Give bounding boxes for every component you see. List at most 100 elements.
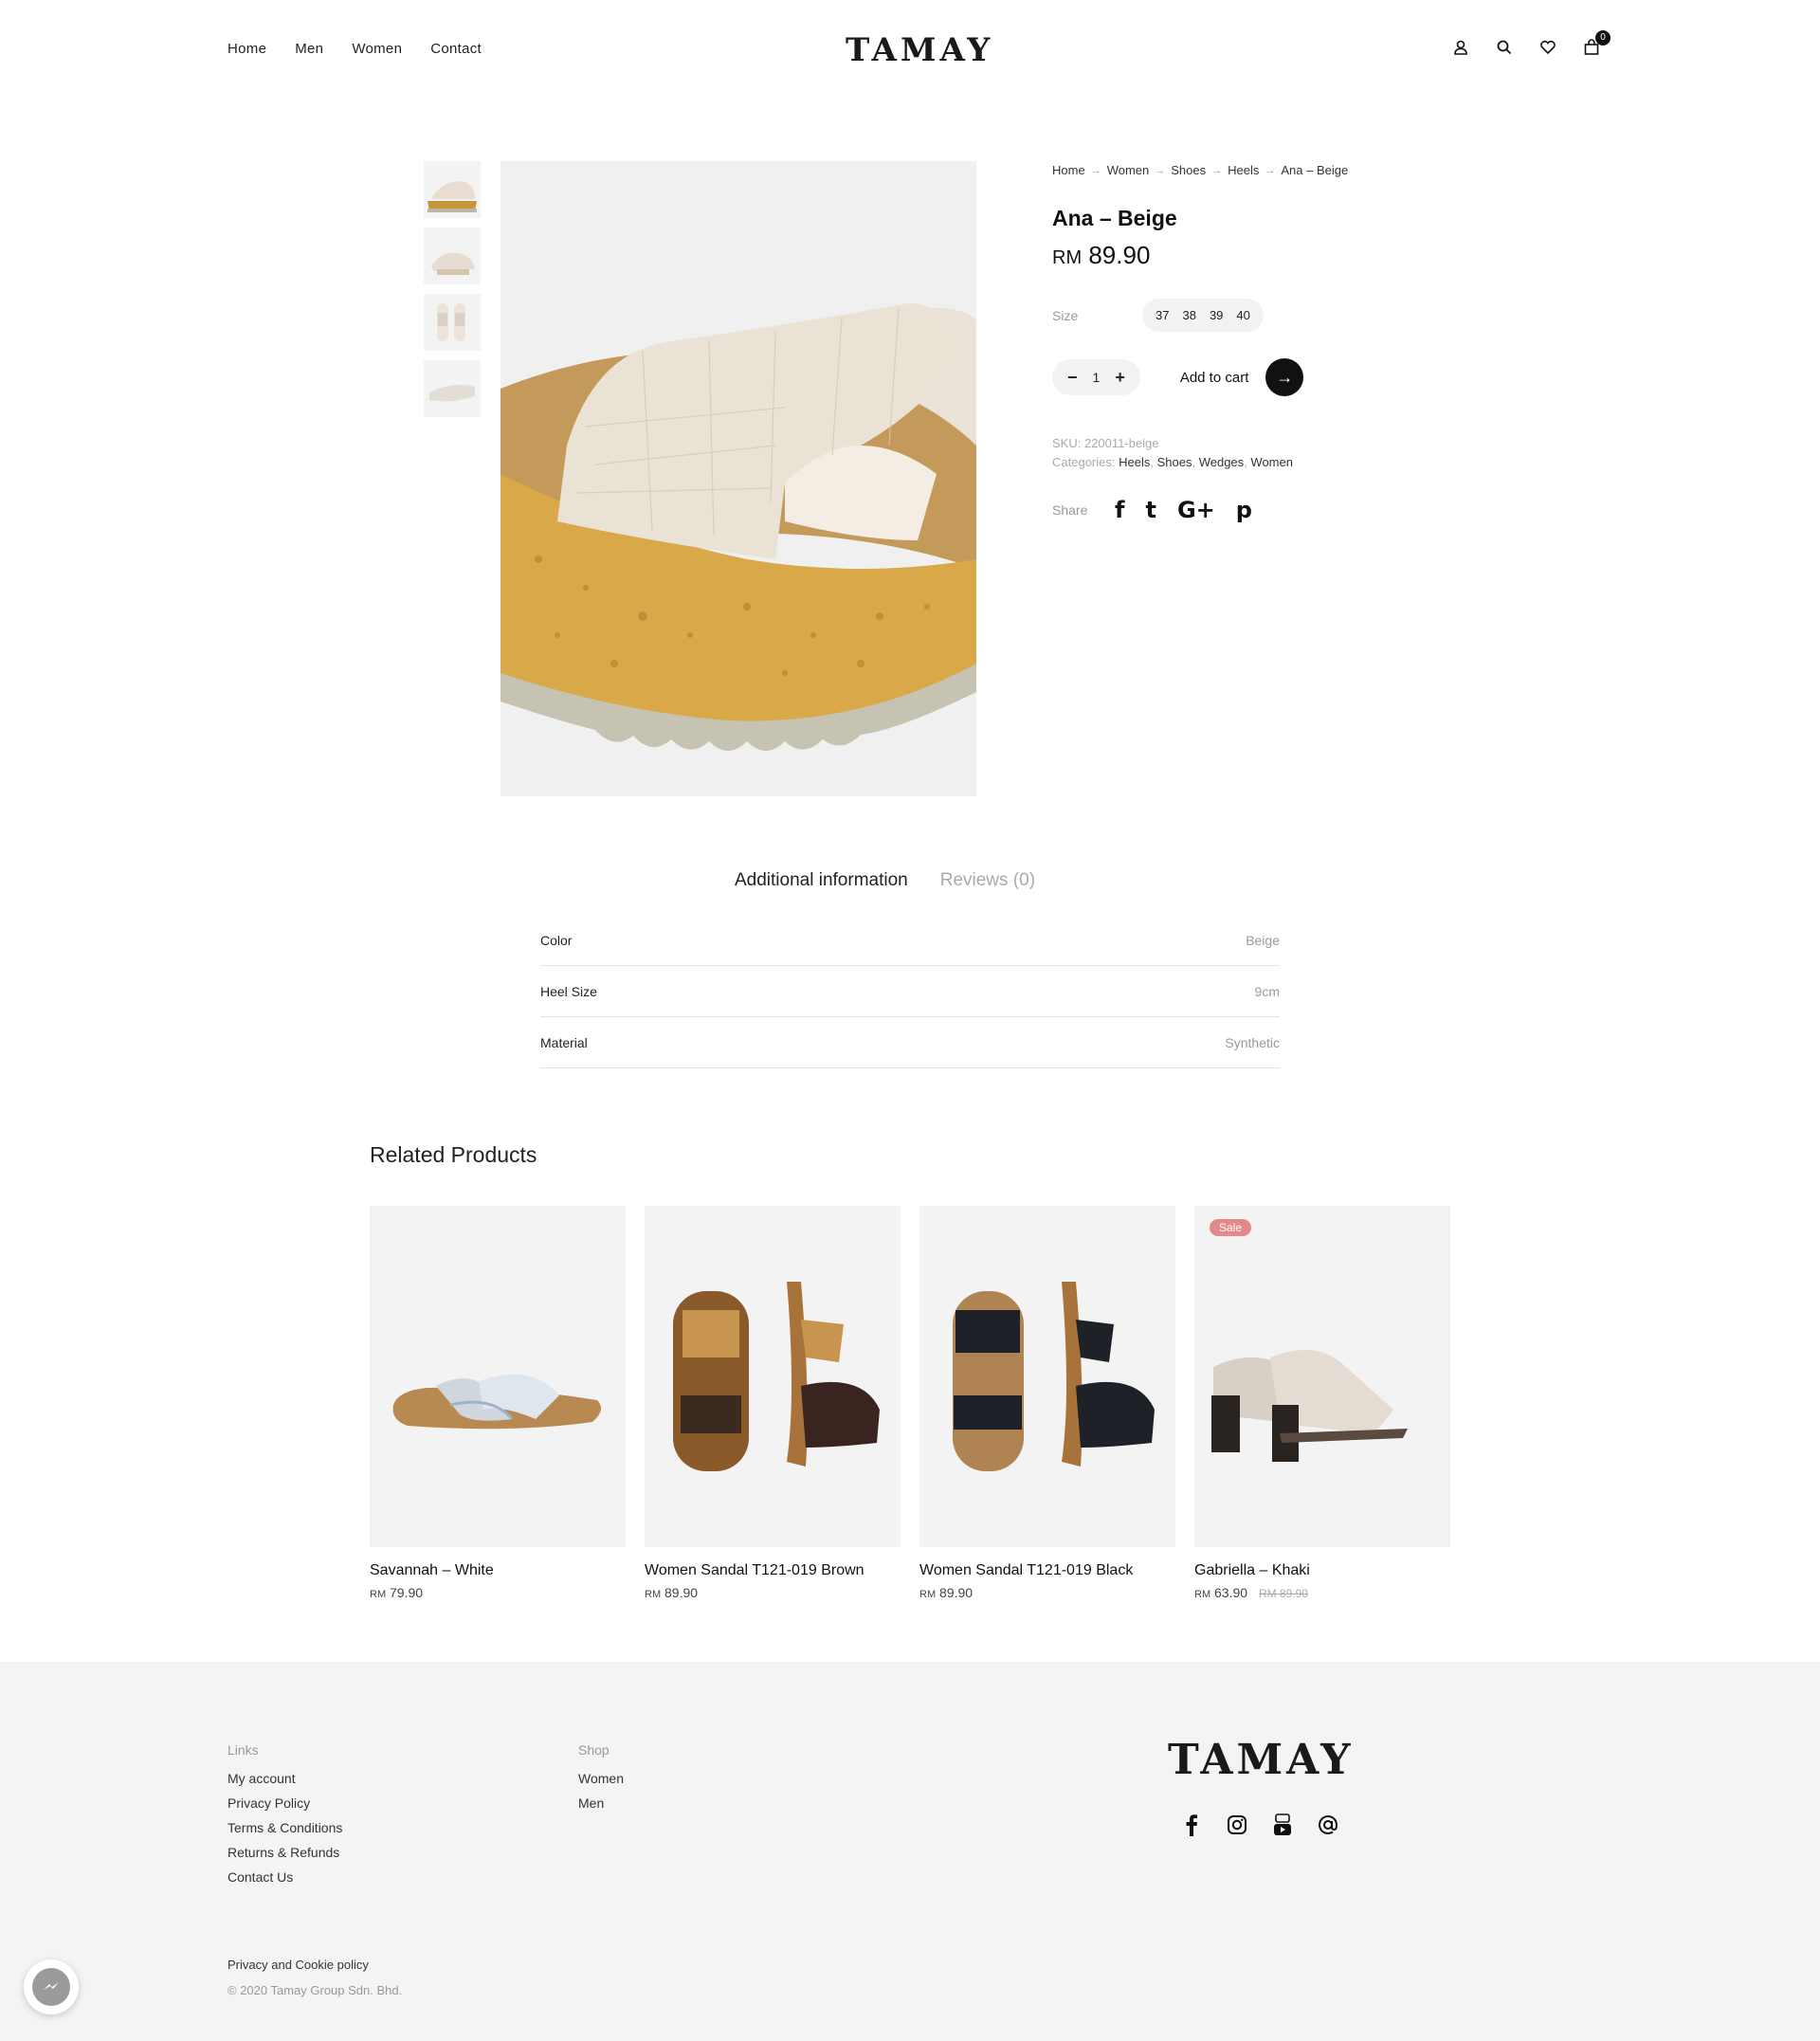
twitter-icon[interactable]: t (1145, 497, 1156, 523)
share-row: Share f t G+ p (1052, 497, 1526, 523)
cart-icon[interactable]: 0 (1582, 30, 1611, 57)
sku-value: 220011-beige (1083, 436, 1159, 450)
product-card-image[interactable] (919, 1206, 1175, 1547)
arrow-right-icon[interactable]: → (1265, 358, 1304, 396)
product-meta: SKU: 220011-beige Categories: Heels, Sho… (1052, 434, 1526, 472)
price-value: 89.90 (1088, 241, 1151, 269)
old-price: RM 89.90 (1258, 1587, 1308, 1600)
tab-additional-information[interactable]: Additional information (735, 870, 908, 891)
category-link[interactable]: Heels (1119, 455, 1150, 469)
product-thumbnail[interactable] (424, 228, 481, 284)
product-card-name[interactable]: Gabriella – Khaki (1194, 1562, 1450, 1579)
product-card-price: RM 89.90 (919, 1585, 1175, 1600)
footer-shop-title: Shop (578, 1742, 610, 1758)
product-card-image[interactable]: Sale (1194, 1206, 1450, 1547)
breadcrumb-arrow-icon: → (1090, 164, 1101, 176)
email-icon[interactable] (1318, 1814, 1338, 1841)
main-nav: Home Men Women Contact (228, 41, 510, 57)
heart-icon[interactable] (1538, 38, 1557, 57)
product-card[interactable]: Savannah – White RM 79.90 (370, 1206, 626, 1600)
qty-value[interactable]: 1 (1093, 370, 1101, 385)
add-to-cart-row: − 1 + Add to cart → (1052, 358, 1526, 396)
product-thumbnail[interactable] (424, 360, 481, 417)
footer-shop-men[interactable]: Men (578, 1795, 624, 1811)
product-price: RM 89.90 (1052, 241, 1526, 270)
size-option-37[interactable]: 37 (1156, 308, 1169, 322)
nav-contact[interactable]: Contact (430, 41, 482, 57)
product-title: Ana – Beige (1052, 206, 1177, 230)
size-option-39[interactable]: 39 (1210, 308, 1223, 322)
breadcrumb-heels[interactable]: Heels (1228, 163, 1259, 177)
price-currency: RM (1052, 247, 1083, 268)
breadcrumb-arrow-icon: → (1265, 164, 1276, 176)
footer-link-returns[interactable]: Returns & Refunds (228, 1845, 342, 1860)
google-plus-icon[interactable]: G+ (1177, 497, 1215, 523)
category-link[interactable]: Wedges (1199, 455, 1244, 469)
product-card[interactable]: Sale Gabriella – Khaki RM 63.90 RM 89.90 (1194, 1206, 1450, 1600)
product-card-name[interactable]: Women Sandal T121-019 Brown (645, 1562, 901, 1579)
price-currency: RM (370, 1589, 387, 1600)
product-main-image[interactable] (500, 161, 976, 796)
product-card-image[interactable] (370, 1206, 626, 1547)
product-card-image[interactable] (645, 1206, 901, 1547)
footer-link-contact[interactable]: Contact Us (228, 1869, 342, 1885)
product-thumbnail[interactable] (424, 294, 481, 351)
breadcrumb-home[interactable]: Home (1052, 163, 1085, 177)
breadcrumb-arrow-icon: → (1211, 164, 1223, 176)
size-option-38[interactable]: 38 (1182, 308, 1195, 322)
attribute-name: Material (540, 1034, 588, 1050)
facebook-icon[interactable] (1181, 1813, 1202, 1842)
product-card-name[interactable]: Savannah – White (370, 1562, 626, 1579)
quantity-stepper: − 1 + (1052, 359, 1140, 395)
product-card-price: RM 89.90 (645, 1585, 901, 1600)
nav-women[interactable]: Women (352, 41, 402, 57)
tab-reviews[interactable]: Reviews (0) (940, 870, 1035, 891)
facebook-icon[interactable]: f (1115, 497, 1124, 523)
site-logo[interactable]: TAMAY (846, 31, 993, 69)
user-icon[interactable] (1451, 38, 1470, 57)
add-to-cart-button[interactable]: Add to cart (1180, 370, 1249, 386)
qty-plus-button[interactable]: + (1115, 369, 1125, 386)
breadcrumb-current: Ana – Beige (1281, 163, 1349, 177)
category-link[interactable]: Women (1250, 455, 1293, 469)
footer-link-my-account[interactable]: My account (228, 1771, 342, 1786)
site-footer: Links My account Privacy Policy Terms & … (0, 1662, 1820, 2041)
footer-link-terms[interactable]: Terms & Conditions (228, 1820, 342, 1835)
related-products-grid: Savannah – White RM 79.90 Women Sandal T… (370, 1206, 1450, 1600)
site-header: Home Men Women Contact TAMAY 0 (0, 0, 1820, 104)
footer-links-title: Links (228, 1742, 259, 1758)
privacy-cookie-link[interactable]: Privacy and Cookie policy (228, 1958, 369, 1972)
pinterest-icon[interactable]: p (1236, 497, 1252, 523)
price-value: 63.90 (1214, 1585, 1248, 1600)
nav-home[interactable]: Home (228, 41, 266, 57)
categories-label: Categories: (1052, 455, 1116, 469)
category-link[interactable]: Shoes (1157, 455, 1192, 469)
price-value: 89.90 (664, 1585, 699, 1600)
product-thumbnail[interactable] (424, 161, 481, 218)
attribute-value: Synthetic (1225, 1034, 1280, 1050)
size-label: Size (1052, 307, 1079, 323)
footer-shop-women[interactable]: Women (578, 1771, 624, 1786)
breadcrumb-shoes[interactable]: Shoes (1171, 163, 1206, 177)
footer-bottom: Privacy and Cookie policy © 2020 Tamay G… (228, 1958, 402, 1997)
product-card[interactable]: Women Sandal T121-019 Black RM 89.90 (919, 1206, 1175, 1600)
size-option-40[interactable]: 40 (1236, 308, 1249, 322)
qty-minus-button[interactable]: − (1067, 369, 1078, 386)
messenger-chat-button[interactable] (24, 1959, 79, 2014)
footer-logo[interactable]: TAMAY (1168, 1736, 1355, 1784)
footer-links-column: Links My account Privacy Policy Terms & … (228, 1742, 342, 1894)
youtube-icon[interactable] (1272, 1813, 1293, 1842)
breadcrumb: Home → Women → Shoes → Heels → Ana – Bei… (1052, 163, 1526, 177)
attribute-name: Color (540, 932, 573, 948)
price-currency: RM (645, 1589, 662, 1600)
breadcrumb-women[interactable]: Women (1107, 163, 1150, 177)
breadcrumb-arrow-icon: → (1155, 164, 1166, 176)
nav-men[interactable]: Men (295, 41, 323, 57)
footer-link-privacy-policy[interactable]: Privacy Policy (228, 1795, 342, 1811)
product-card[interactable]: Women Sandal T121-019 Brown RM 89.90 (645, 1206, 901, 1600)
share-label: Share (1052, 502, 1088, 518)
search-icon[interactable] (1495, 38, 1514, 57)
product-card-name[interactable]: Women Sandal T121-019 Black (919, 1562, 1175, 1579)
attributes-table: Color Beige Heel Size 9cm Material Synth… (540, 915, 1280, 1068)
instagram-icon[interactable] (1227, 1814, 1247, 1841)
